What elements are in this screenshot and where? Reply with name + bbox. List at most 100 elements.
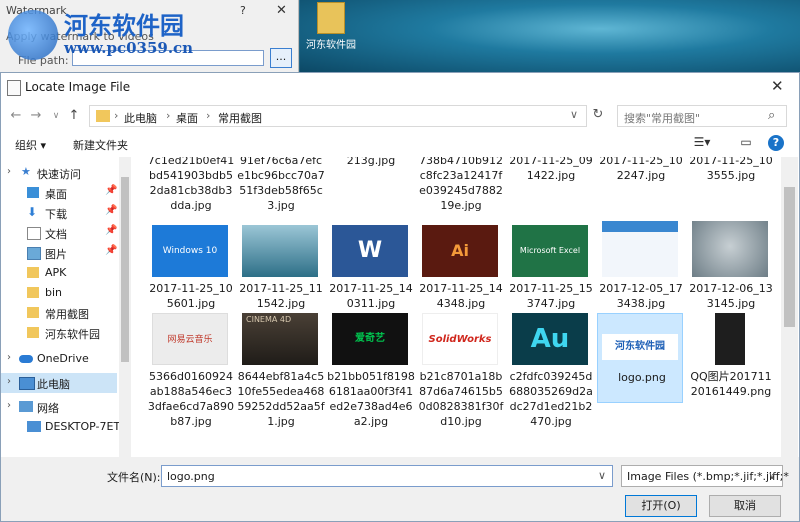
- folder-icon: [317, 2, 345, 34]
- file-list-scrollbar[interactable]: [781, 157, 798, 457]
- file-item[interactable]: 213g.jpg: [327, 157, 413, 215]
- browse-button[interactable]: ...: [270, 48, 292, 68]
- up-button[interactable]: ↑: [65, 107, 83, 125]
- close-button[interactable]: ✕: [771, 77, 784, 95]
- file-item[interactable]: 7c1ed21b0ef41bd541903bdb52da81cb38db3dda…: [147, 157, 234, 215]
- back-button[interactable]: ←: [7, 107, 25, 125]
- app-icon: [7, 80, 21, 96]
- file-item[interactable]: 爱奇艺 b21bb051f81986181aa00f3f41ed2e738ad4…: [327, 313, 415, 449]
- download-icon: ⬇: [27, 205, 38, 219]
- thumbnail: [242, 225, 318, 277]
- file-name: 738b4710b912c8fc23a12417fe039245d788219e…: [419, 157, 503, 212]
- address-dropdown-icon[interactable]: ∨: [570, 108, 578, 121]
- view-options-icon[interactable]: ☰▾: [691, 135, 713, 151]
- sidebar-item-label: 河东软件园: [45, 328, 100, 341]
- forward-button[interactable]: →: [27, 107, 45, 125]
- breadcrumb-screenshots[interactable]: 常用截图: [218, 110, 262, 126]
- file-name: QQ图片20171120161449.png: [690, 370, 772, 398]
- file-type-select[interactable]: Image Files (*.bmp;*.jif;*.jiff;* ∨: [621, 465, 789, 487]
- file-item[interactable]: CINEMA 4D 8644ebf81a4c510fe55edea4685925…: [237, 313, 325, 449]
- file-item[interactable]: 2017-11-25_091422.jpg: [507, 157, 593, 215]
- sidebar-item-documents[interactable]: 文档 📌: [1, 223, 117, 243]
- desktop-icon-hedong[interactable]: 河东软件园: [303, 0, 359, 51]
- chevron-down-icon[interactable]: ∨: [768, 469, 776, 482]
- sidebar-item-hedong[interactable]: 河东软件园: [1, 323, 117, 343]
- sidebar-item-desktop-pc[interactable]: DESKTOP-7ETC: [1, 417, 127, 437]
- sidebar-scroll-thumb[interactable]: [121, 177, 129, 362]
- filename-input[interactable]: logo.png ∨: [161, 465, 613, 487]
- file-item[interactable]: 2017-11-25_102247.jpg: [597, 157, 683, 215]
- file-item[interactable]: 2017-12-06_133145.jpg: [687, 221, 773, 311]
- expand-icon[interactable]: ›: [7, 376, 11, 387]
- file-name: logo.png: [618, 371, 666, 384]
- filename-value: logo.png: [167, 470, 215, 483]
- file-item[interactable]: SolidWorks b21c8701a18b87d6a74615b50d082…: [417, 313, 503, 449]
- thumbnail: Windows 10: [152, 225, 228, 277]
- file-name: 2017-11-25_105601.jpg: [149, 282, 233, 310]
- close-icon[interactable]: ✕: [276, 3, 287, 18]
- expand-icon[interactable]: ›: [7, 166, 11, 177]
- cancel-button[interactable]: 取消: [709, 495, 781, 517]
- file-item[interactable]: 738b4710b912c8fc23a12417fe039245d788219e…: [417, 157, 503, 215]
- thumbnail: Microsoft Excel: [512, 225, 588, 277]
- file-item[interactable]: 2017-11-25_111542.jpg: [237, 221, 323, 311]
- breadcrumb-this-pc[interactable]: 此电脑: [124, 110, 157, 126]
- file-name: c2fdfc039245d688035269d2adc27d1ed21b2470…: [509, 370, 593, 428]
- sidebar-item-apk[interactable]: APK: [1, 263, 117, 283]
- file-item[interactable]: 2017-11-25_103555.jpg: [687, 157, 773, 215]
- sidebar-item-this-pc[interactable]: › 此电脑: [1, 373, 117, 393]
- help-icon[interactable]: ?: [768, 135, 784, 151]
- thumbnail: Ai: [422, 225, 498, 277]
- sidebar-item-screenshots[interactable]: 常用截图: [1, 303, 117, 323]
- folder-icon: [27, 287, 39, 298]
- file-item[interactable]: Microsoft Excel 2017-11-25_153747.jpg: [507, 221, 593, 311]
- sidebar-item-onedrive[interactable]: › OneDrive: [1, 349, 117, 369]
- thumbnail: 爱奇艺: [332, 313, 408, 365]
- file-item[interactable]: Au c2fdfc039245d688035269d2adc27d1ed21b2…: [507, 313, 593, 449]
- file-item[interactable]: 2017-12-05_173438.jpg: [597, 221, 683, 311]
- file-item-selected[interactable]: 河东软件园 logo.png: [597, 313, 683, 403]
- file-item[interactable]: 91ef76c6a7efce1bc96bcc70a751f3deb58f65c3…: [237, 157, 325, 215]
- expand-icon[interactable]: ›: [7, 400, 11, 411]
- window-title: Locate Image File: [25, 80, 131, 94]
- help-icon[interactable]: ?: [240, 4, 246, 17]
- file-item[interactable]: 网易云音乐 5366d0160924ab188a546ec33dfae6cd7a…: [147, 313, 234, 449]
- chevron-down-icon[interactable]: ∨: [598, 469, 606, 482]
- breadcrumb-separator: ›: [206, 109, 211, 122]
- sidebar-item-label: 文档: [45, 228, 67, 241]
- navigation-bar: ← → ∨ ↑ › 此电脑 › 桌面 › 常用截图 ∨ ↻ 搜索"常用截图" ⌕: [1, 101, 799, 131]
- file-item[interactable]: Windows 10 2017-11-25_105601.jpg: [147, 221, 233, 311]
- file-name: 91ef76c6a7efce1bc96bcc70a751f3deb58f65c3…: [237, 157, 325, 212]
- preview-pane-icon[interactable]: ▭: [735, 135, 757, 151]
- file-name: 2017-11-25_144348.jpg: [419, 282, 503, 310]
- dialog-footer: 文件名(N): logo.png ∨ Image Files (*.bmp;*.…: [1, 457, 799, 521]
- thumbnail: Au: [512, 313, 588, 365]
- address-bar[interactable]: › 此电脑 › 桌面 › 常用截图 ∨: [89, 105, 587, 127]
- toolbar: 组织 ▾ 新建文件夹 ☰▾ ▭ ?: [1, 131, 799, 157]
- sidebar-item-downloads[interactable]: ⬇ 下载 📌: [1, 203, 117, 223]
- search-icon[interactable]: ⌕: [768, 108, 775, 123]
- sidebar-item-pictures[interactable]: 图片 📌: [1, 243, 117, 263]
- file-name: 2017-12-05_173438.jpg: [599, 282, 683, 310]
- file-item[interactable]: W 2017-11-25_140311.jpg: [327, 221, 413, 311]
- recent-locations-dropdown[interactable]: ∨: [47, 107, 65, 125]
- file-name: 8644ebf81a4c510fe55edea46859252dd52aa5f1…: [237, 370, 325, 428]
- new-folder-button[interactable]: 新建文件夹: [73, 137, 128, 153]
- document-icon: [27, 227, 41, 240]
- sidebar-item-network[interactable]: › 网络: [1, 397, 117, 417]
- expand-icon[interactable]: ›: [7, 352, 11, 363]
- sidebar-item-desktop[interactable]: 桌面 📌: [1, 183, 117, 203]
- scroll-thumb[interactable]: [784, 187, 795, 327]
- sidebar-scrollbar[interactable]: [119, 157, 131, 457]
- file-item[interactable]: Ai 2017-11-25_144348.jpg: [417, 221, 503, 311]
- search-box[interactable]: 搜索"常用截图" ⌕: [617, 105, 787, 127]
- open-button[interactable]: 打开(O): [625, 495, 697, 517]
- refresh-button[interactable]: ↻: [589, 107, 607, 125]
- thumbnail: [692, 221, 768, 277]
- organize-menu[interactable]: 组织 ▾: [15, 137, 46, 153]
- file-item[interactable]: QQ图片20171120161449.png: [687, 313, 773, 449]
- breadcrumb-desktop[interactable]: 桌面: [176, 110, 198, 126]
- sidebar-item-bin[interactable]: bin: [1, 283, 117, 303]
- sidebar-item-quick-access[interactable]: › ★ 快速访问: [1, 163, 117, 183]
- file-name: 2017-11-25_091422.jpg: [509, 157, 593, 182]
